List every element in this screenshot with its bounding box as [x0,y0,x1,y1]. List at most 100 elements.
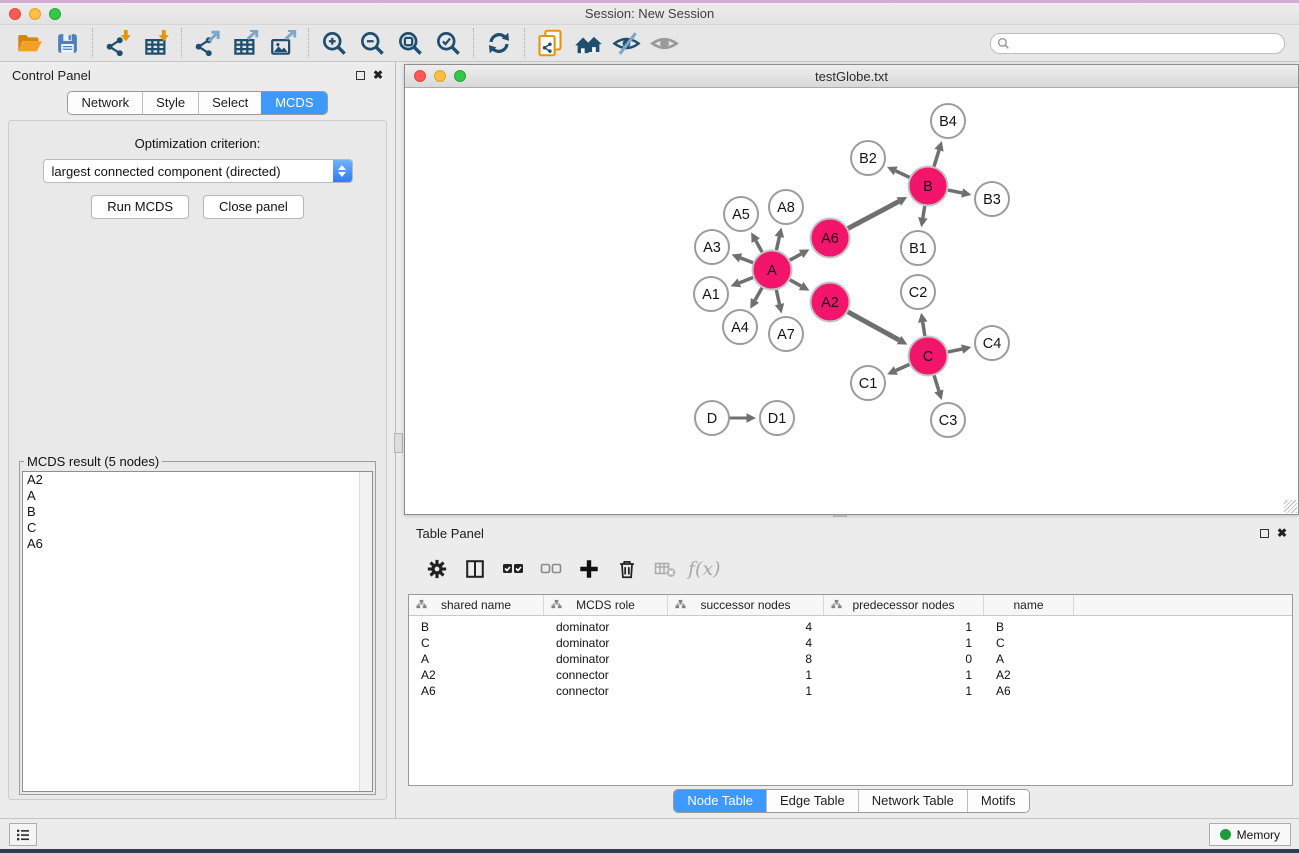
memory-label: Memory [1237,828,1280,842]
graph-edge-arrow-icon [918,217,927,227]
table-tab-edge-table[interactable]: Edge Table [766,790,858,812]
table-row[interactable]: A6connector11A6 [409,683,1292,699]
table-row[interactable]: A2connector11A2 [409,667,1292,683]
delete-column-button[interactable] [610,552,644,586]
network-window-titlebar: testGlobe.txt [405,65,1298,88]
search-field[interactable] [990,33,1285,54]
graph-edge-C-C3[interactable] [934,374,939,391]
list-scrollbar[interactable] [359,472,372,791]
mcds-result-item[interactable]: A [23,488,372,504]
zoom-fit-button[interactable] [391,27,429,59]
import-network-icon [105,30,132,57]
column-header-name[interactable]: name [984,595,1074,615]
main-titlebar: Session: New Session [0,3,1299,25]
hide-selected-button[interactable] [607,27,645,59]
graph-edge-A-A4[interactable] [755,286,763,300]
graph-edge-C-C2[interactable] [923,322,925,338]
show-all-button[interactable] [645,27,683,59]
graph-edge-A-A8[interactable] [776,237,779,252]
import-table-button[interactable] [137,27,175,59]
table-tabs-row: Node TableEdge TableNetwork TableMotifs [404,788,1299,814]
graph-edge-A-A2[interactable] [788,279,801,286]
close-panel-icon[interactable]: ✖ [373,71,383,80]
graph-edge-C-C4[interactable] [946,349,962,352]
tab-style[interactable]: Style [142,92,198,114]
graph-edge-A-A5[interactable] [756,241,763,254]
graph-edge-B-B3[interactable] [946,190,962,193]
float-table-panel-icon[interactable] [1260,529,1269,538]
graph-edge-B-B1[interactable] [923,204,925,218]
graph-edge-A-A7[interactable] [776,288,780,304]
close-panel-button[interactable]: Close panel [203,195,304,219]
apply-layout-button[interactable] [480,27,518,59]
mcds-result-item[interactable]: C [23,520,372,536]
graph-node-label: A1 [702,287,720,303]
tab-mcds[interactable]: MCDS [261,92,326,114]
column-header-shared-name[interactable]: shared name [409,595,544,615]
network-canvas[interactable]: B4B2BB3A8A5A6A3B1AC2A1A2A4A7C4CC1C3DD1 [406,89,1297,513]
export-table-button[interactable] [226,27,264,59]
import-network-button[interactable] [99,27,137,59]
zoom-in-button[interactable] [315,27,353,59]
graph-edge-arrow-icon [934,389,943,399]
memory-button[interactable]: Memory [1209,823,1291,846]
graph-edge-A-A1[interactable] [739,277,754,283]
graph-edge-A6-B[interactable] [846,201,899,229]
run-mcds-button[interactable]: Run MCDS [91,195,189,219]
control-panel-tabs: NetworkStyleSelectMCDS [67,91,327,115]
export-network-button[interactable] [188,27,226,59]
graph-edge-arrow-icon [934,141,943,151]
zoom-fit-icon [397,30,424,57]
select-all-button[interactable] [496,552,530,586]
cytoscape-app-window: Session: New Session [0,0,1299,853]
control-panel: Control Panel ✖ NetworkStyleSelectMCDS O… [0,62,396,818]
show-column-button[interactable] [458,552,492,586]
window-resize-grip-icon[interactable] [1284,500,1297,513]
graph-edge-B-B2[interactable] [896,171,912,178]
optimization-criterion-select[interactable]: largest connected component (directed) [43,159,353,183]
desktop-wallpaper-bottom [0,849,1299,853]
table-row[interactable]: Adominator80A [409,651,1292,667]
panel-splitter-handle[interactable] [394,433,403,453]
table-tab-motifs[interactable]: Motifs [967,790,1029,812]
mcds-result-item[interactable]: A2 [23,472,372,488]
column-header-successor-nodes[interactable]: successor nodes [668,595,824,615]
tab-network[interactable]: Network [68,92,142,114]
search-input[interactable] [1010,36,1278,50]
table-row[interactable]: Bdominator41B [409,619,1292,635]
table-row[interactable]: Cdominator41C [409,635,1292,651]
new-network-from-selection-button[interactable] [531,27,569,59]
table-tab-network-table[interactable]: Network Table [858,790,967,812]
main-area: Control Panel ✖ NetworkStyleSelectMCDS O… [0,62,1299,818]
column-header-MCDS-role[interactable]: MCDS role [544,595,668,615]
column-header-predecessor-nodes[interactable]: predecessor nodes [824,595,984,615]
graph-edge-arrow-icon [918,313,927,323]
delete-table-button-disabled [648,552,682,586]
table-panel: Table Panel ✖ [404,520,1299,816]
graph-edge-A2-C[interactable] [846,311,899,340]
deselect-all-button[interactable] [534,552,568,586]
export-image-button[interactable] [264,27,302,59]
table-settings-button[interactable] [420,552,454,586]
graph-node-label: C2 [909,285,928,301]
zoom-selected-button[interactable] [429,27,467,59]
graph-edge-B-B4[interactable] [933,150,939,168]
mcds-result-item[interactable]: B [23,504,372,520]
first-neighbors-button[interactable] [569,27,607,59]
graph-edge-A-A6[interactable] [788,254,801,261]
float-panel-icon[interactable] [356,71,365,80]
close-table-panel-icon[interactable]: ✖ [1277,529,1287,538]
save-session-button[interactable] [48,27,86,59]
task-history-button[interactable] [9,823,37,846]
graph-edge-C-C1[interactable] [896,364,911,371]
table-header-row: shared nameMCDS rolesuccessor nodesprede… [409,595,1292,616]
add-column-button[interactable] [572,552,606,586]
graph-edge-A-A3[interactable] [740,258,754,263]
open-session-button[interactable] [10,27,48,59]
tab-select[interactable]: Select [198,92,261,114]
column-tree-icon [551,599,562,613]
mcds-result-item[interactable]: A6 [23,536,372,552]
zoom-out-button[interactable] [353,27,391,59]
column-tree-icon [416,599,427,613]
table-tab-node-table[interactable]: Node Table [674,790,766,812]
